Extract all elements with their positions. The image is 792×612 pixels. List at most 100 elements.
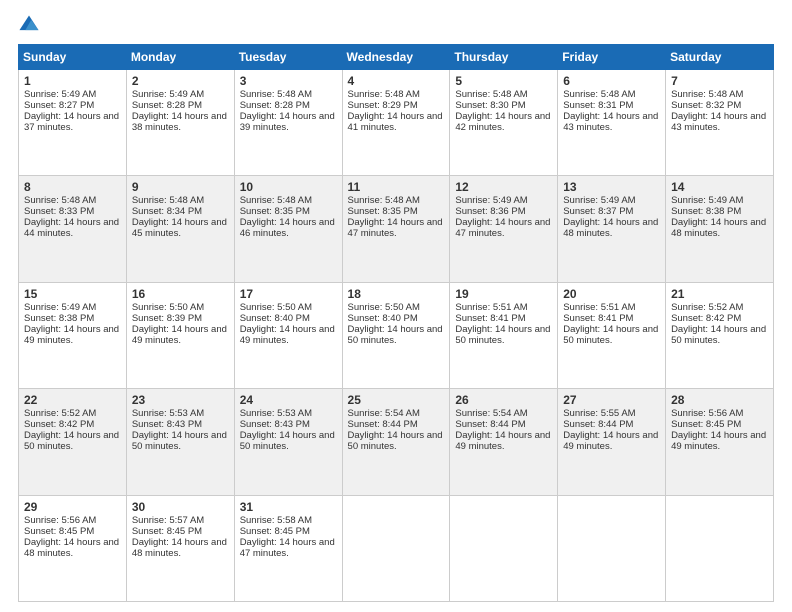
calendar-cell: 1Sunrise: 5:49 AMSunset: 8:27 PMDaylight… [19,70,127,176]
day-number: 18 [348,287,445,301]
day-number: 3 [240,74,337,88]
sunset-text: Sunset: 8:45 PM [24,526,94,537]
logo-icon [18,14,40,36]
calendar-cell: 21Sunrise: 5:52 AMSunset: 8:42 PMDayligh… [666,282,774,388]
sunrise-text: Sunrise: 5:48 AM [132,195,204,206]
daylight-text: Daylight: 14 hours and 37 minutes. [24,111,119,133]
calendar-cell: 6Sunrise: 5:48 AMSunset: 8:31 PMDaylight… [558,70,666,176]
sunset-text: Sunset: 8:37 PM [563,206,633,217]
calendar-cell: 28Sunrise: 5:56 AMSunset: 8:45 PMDayligh… [666,389,774,495]
calendar-cell: 5Sunrise: 5:48 AMSunset: 8:30 PMDaylight… [450,70,558,176]
logo [18,14,42,36]
daylight-text: Daylight: 14 hours and 45 minutes. [132,217,227,239]
daylight-text: Daylight: 14 hours and 49 minutes. [671,430,766,452]
daylight-text: Daylight: 14 hours and 50 minutes. [348,430,443,452]
day-number: 10 [240,180,337,194]
day-number: 4 [348,74,445,88]
day-number: 1 [24,74,121,88]
day-number: 22 [24,393,121,407]
calendar-cell: 14Sunrise: 5:49 AMSunset: 8:38 PMDayligh… [666,176,774,282]
sunrise-text: Sunrise: 5:52 AM [24,408,96,419]
calendar-cell [450,495,558,601]
calendar-cell: 31Sunrise: 5:58 AMSunset: 8:45 PMDayligh… [234,495,342,601]
day-number: 17 [240,287,337,301]
day-number: 21 [671,287,768,301]
daylight-text: Daylight: 14 hours and 49 minutes. [24,324,119,346]
day-number: 5 [455,74,552,88]
sunset-text: Sunset: 8:45 PM [671,419,741,430]
sunset-text: Sunset: 8:40 PM [348,313,418,324]
sunrise-text: Sunrise: 5:50 AM [240,302,312,313]
calendar-cell: 10Sunrise: 5:48 AMSunset: 8:35 PMDayligh… [234,176,342,282]
calendar-cell: 7Sunrise: 5:48 AMSunset: 8:32 PMDaylight… [666,70,774,176]
daylight-text: Daylight: 14 hours and 49 minutes. [563,430,658,452]
calendar-cell: 3Sunrise: 5:48 AMSunset: 8:28 PMDaylight… [234,70,342,176]
sunset-text: Sunset: 8:28 PM [240,100,310,111]
sunrise-text: Sunrise: 5:50 AM [132,302,204,313]
sunset-text: Sunset: 8:38 PM [24,313,94,324]
calendar-week-5: 29Sunrise: 5:56 AMSunset: 8:45 PMDayligh… [19,495,774,601]
day-number: 31 [240,500,337,514]
sunrise-text: Sunrise: 5:56 AM [671,408,743,419]
day-number: 13 [563,180,660,194]
day-number: 29 [24,500,121,514]
sunset-text: Sunset: 8:29 PM [348,100,418,111]
calendar-week-1: 1Sunrise: 5:49 AMSunset: 8:27 PMDaylight… [19,70,774,176]
daylight-text: Daylight: 14 hours and 41 minutes. [348,111,443,133]
sunrise-text: Sunrise: 5:54 AM [348,408,420,419]
sunset-text: Sunset: 8:43 PM [240,419,310,430]
sunset-text: Sunset: 8:41 PM [455,313,525,324]
logo-text [18,14,42,36]
day-number: 26 [455,393,552,407]
sunset-text: Sunset: 8:35 PM [240,206,310,217]
daylight-text: Daylight: 14 hours and 50 minutes. [348,324,443,346]
sunset-text: Sunset: 8:45 PM [132,526,202,537]
sunset-text: Sunset: 8:35 PM [348,206,418,217]
daylight-text: Daylight: 14 hours and 49 minutes. [240,324,335,346]
sunrise-text: Sunrise: 5:56 AM [24,515,96,526]
daylight-text: Daylight: 14 hours and 38 minutes. [132,111,227,133]
day-number: 19 [455,287,552,301]
sunrise-text: Sunrise: 5:53 AM [132,408,204,419]
sunset-text: Sunset: 8:39 PM [132,313,202,324]
sunset-text: Sunset: 8:27 PM [24,100,94,111]
day-header-wednesday: Wednesday [342,45,450,70]
daylight-text: Daylight: 14 hours and 50 minutes. [240,430,335,452]
calendar-body: 1Sunrise: 5:49 AMSunset: 8:27 PMDaylight… [19,70,774,602]
day-number: 27 [563,393,660,407]
calendar-cell: 23Sunrise: 5:53 AMSunset: 8:43 PMDayligh… [126,389,234,495]
day-number: 25 [348,393,445,407]
daylight-text: Daylight: 14 hours and 44 minutes. [24,217,119,239]
day-number: 30 [132,500,229,514]
calendar-cell: 2Sunrise: 5:49 AMSunset: 8:28 PMDaylight… [126,70,234,176]
daylight-text: Daylight: 14 hours and 50 minutes. [671,324,766,346]
header [18,14,774,36]
daylight-text: Daylight: 14 hours and 47 minutes. [455,217,550,239]
calendar-cell: 27Sunrise: 5:55 AMSunset: 8:44 PMDayligh… [558,389,666,495]
sunrise-text: Sunrise: 5:48 AM [348,195,420,206]
sunset-text: Sunset: 8:42 PM [24,419,94,430]
day-number: 20 [563,287,660,301]
calendar-cell: 11Sunrise: 5:48 AMSunset: 8:35 PMDayligh… [342,176,450,282]
day-number: 12 [455,180,552,194]
sunset-text: Sunset: 8:41 PM [563,313,633,324]
daylight-text: Daylight: 14 hours and 48 minutes. [671,217,766,239]
daylight-text: Daylight: 14 hours and 48 minutes. [24,537,119,559]
page: SundayMondayTuesdayWednesdayThursdayFrid… [0,0,792,612]
calendar-cell: 12Sunrise: 5:49 AMSunset: 8:36 PMDayligh… [450,176,558,282]
calendar-cell: 22Sunrise: 5:52 AMSunset: 8:42 PMDayligh… [19,389,127,495]
sunrise-text: Sunrise: 5:48 AM [348,89,420,100]
daylight-text: Daylight: 14 hours and 43 minutes. [671,111,766,133]
sunrise-text: Sunrise: 5:49 AM [24,302,96,313]
day-header-thursday: Thursday [450,45,558,70]
day-number: 8 [24,180,121,194]
sunrise-text: Sunrise: 5:53 AM [240,408,312,419]
sunset-text: Sunset: 8:44 PM [563,419,633,430]
sunrise-text: Sunrise: 5:49 AM [132,89,204,100]
sunset-text: Sunset: 8:28 PM [132,100,202,111]
sunset-text: Sunset: 8:30 PM [455,100,525,111]
daylight-text: Daylight: 14 hours and 49 minutes. [132,324,227,346]
calendar-cell: 4Sunrise: 5:48 AMSunset: 8:29 PMDaylight… [342,70,450,176]
day-number: 6 [563,74,660,88]
calendar-cell: 30Sunrise: 5:57 AMSunset: 8:45 PMDayligh… [126,495,234,601]
